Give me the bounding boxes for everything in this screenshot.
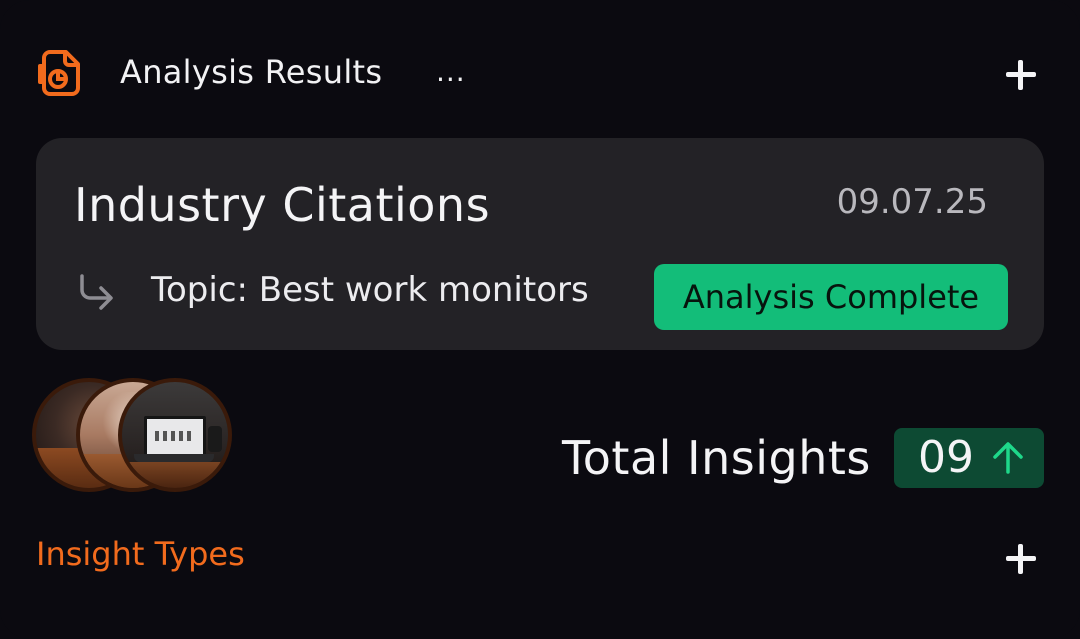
citation-topic: Topic: Best work monitors xyxy=(151,270,589,310)
avatar[interactable] xyxy=(118,378,232,492)
document-chart-icon xyxy=(38,50,80,96)
add-analysis-button[interactable] xyxy=(1004,58,1038,92)
status-badge: Analysis Complete xyxy=(654,264,1008,330)
analysis-results-card: Analysis Results ... Industry Citations … xyxy=(0,0,1080,639)
more-options-button[interactable]: ... xyxy=(436,50,466,94)
arrow-up-icon xyxy=(993,442,1023,474)
return-arrow-icon xyxy=(80,274,113,310)
citation-date: 09.07.25 xyxy=(836,182,988,222)
add-insight-type-button[interactable] xyxy=(1004,542,1038,576)
citation-title: Industry Citations xyxy=(74,178,491,232)
insights-count: 09 xyxy=(918,432,974,483)
laptop-image xyxy=(134,454,214,462)
avatar-image-detail xyxy=(122,462,228,488)
laptop-image xyxy=(144,416,206,458)
insights-count-badge: 09 xyxy=(894,428,1044,488)
citation-panel[interactable]: Industry Citations 09.07.25 Topic: Best … xyxy=(36,138,1044,350)
header-title: Analysis Results xyxy=(120,53,383,91)
speaker-image xyxy=(208,426,222,452)
total-insights-label: Total Insights xyxy=(562,431,871,485)
insight-types-link[interactable]: Insight Types xyxy=(36,532,245,576)
